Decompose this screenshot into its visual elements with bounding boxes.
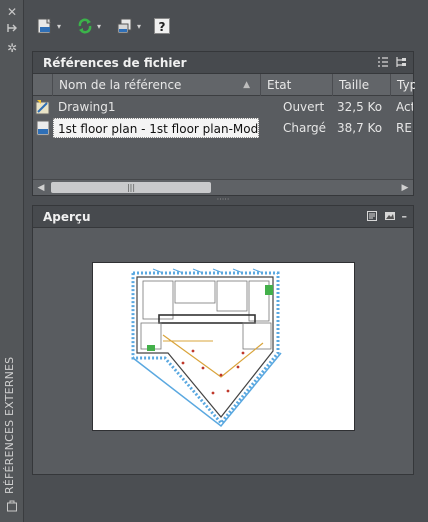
- panel-title: Références de fichier: [43, 55, 187, 70]
- change-path-icon: [117, 18, 132, 34]
- list-item[interactable]: Drawing1 Ouvert 32,5 Ko Act: [33, 97, 413, 117]
- column-icon-spacer: [33, 74, 53, 96]
- reference-name: 1st floor plan - 1st floor plan-Model: [53, 118, 259, 138]
- scroll-right-icon[interactable]: ▶: [398, 180, 412, 195]
- list-view-icon[interactable]: [377, 56, 389, 71]
- reference-size: 32,5 Ko: [337, 100, 383, 114]
- column-headers: Nom de la référence ▲ Etat Taille Typ: [33, 74, 415, 96]
- details-view-icon[interactable]: [366, 210, 378, 225]
- drawing-current-icon: [35, 97, 53, 117]
- preview-area: [33, 228, 413, 472]
- help-button[interactable]: ?: [154, 15, 170, 37]
- column-header-type[interactable]: Typ: [391, 74, 415, 96]
- gear-icon[interactable]: ✲: [4, 40, 20, 56]
- reference-type: Act: [396, 100, 413, 114]
- file-references-header: Références de fichier: [33, 52, 413, 74]
- attach-dwg-icon: [37, 18, 51, 34]
- collapse-icon[interactable]: –: [402, 210, 408, 225]
- panel-splitter[interactable]: ·····: [32, 196, 414, 204]
- column-header-size[interactable]: Taille: [333, 74, 391, 96]
- list-item[interactable]: 1st floor plan - 1st floor plan-Model Ch…: [33, 118, 413, 138]
- drawing-thumbnail: [92, 262, 355, 431]
- refresh-icon: [78, 18, 92, 34]
- preview-header: Aperçu –: [33, 206, 413, 228]
- xref-toolbar: ▾ ▾ ▾ ?: [24, 10, 428, 40]
- close-icon[interactable]: ✕: [4, 4, 20, 20]
- column-header-status[interactable]: Etat: [261, 74, 333, 96]
- refresh-button[interactable]: ▾: [76, 15, 101, 37]
- help-icon: ?: [154, 18, 170, 34]
- dwg-file-icon: [35, 118, 53, 138]
- file-references-list: Drawing1 Ouvert 32,5 Ko Act 1st floor pl…: [33, 96, 413, 195]
- reference-name: Drawing1: [58, 100, 116, 114]
- tree-view-icon[interactable]: [395, 56, 407, 71]
- horizontal-scrollbar[interactable]: ◀ ||| ▶: [33, 179, 413, 195]
- file-references-panel: Références de fichier Nom de la référenc…: [32, 51, 415, 196]
- chevron-down-icon[interactable]: ▾: [137, 22, 141, 31]
- column-header-name[interactable]: Nom de la référence ▲: [53, 74, 261, 96]
- reference-status: Chargé: [283, 121, 327, 135]
- preview-panel: Aperçu –: [32, 205, 414, 475]
- panel-title: Aperçu: [43, 209, 91, 224]
- palette-menu-icon[interactable]: [4, 500, 20, 516]
- scroll-left-icon[interactable]: ◀: [34, 180, 48, 195]
- preview-view-icon[interactable]: [384, 210, 396, 225]
- palette-title-strip: ✕ ✲ RÉFÉRENCES EXTERNES: [0, 0, 24, 522]
- reference-size: 38,7 Ko: [337, 121, 383, 135]
- reference-type: REN: [396, 121, 413, 135]
- change-path-button[interactable]: ▾: [116, 15, 141, 37]
- attach-dwg-button[interactable]: ▾: [36, 15, 61, 37]
- chevron-down-icon[interactable]: ▾: [57, 22, 61, 31]
- sort-ascending-icon: ▲: [243, 80, 250, 90]
- reference-status: Ouvert: [283, 100, 325, 114]
- autohide-icon[interactable]: [4, 22, 20, 38]
- palette-title: RÉFÉRENCES EXTERNES: [3, 356, 16, 494]
- chevron-down-icon[interactable]: ▾: [97, 22, 101, 31]
- scrollbar-thumb[interactable]: |||: [51, 182, 211, 193]
